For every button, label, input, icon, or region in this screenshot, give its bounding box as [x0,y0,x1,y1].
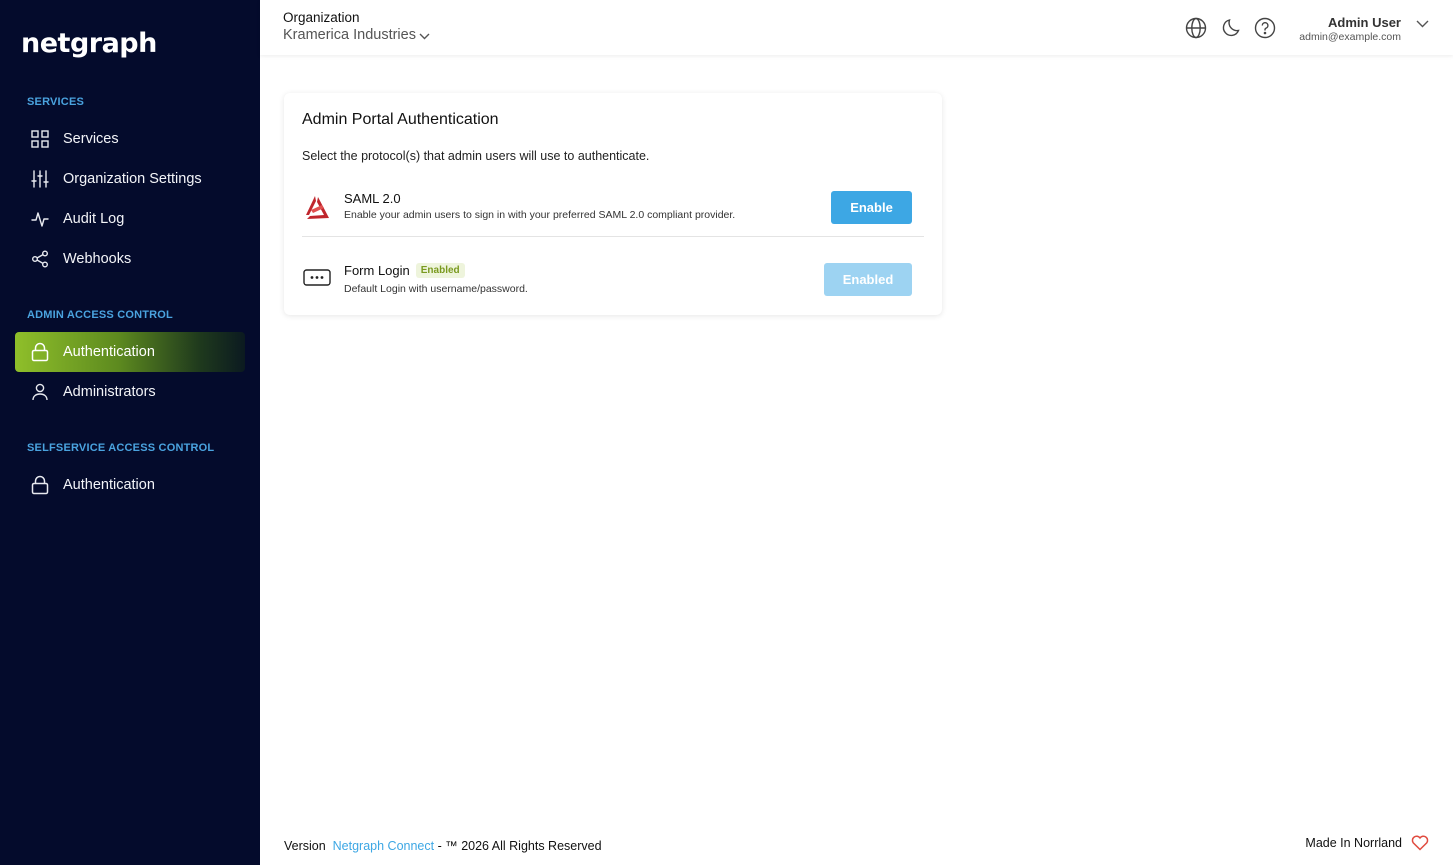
password-field-icon [303,269,331,286]
sidebar-item-label: Administrators [63,384,156,400]
card-title: Admin Portal Authentication [302,111,499,128]
user-name: Admin User [1328,15,1401,30]
section-title-services: SERVICES [27,96,85,108]
protocol-row-form-login: Form Login Enabled Default Login with us… [302,263,924,303]
sidebar-item-label: Services [63,131,119,147]
user-icon [30,382,50,402]
protocol-name: SAML 2.0 [344,191,401,206]
protocol-description: Enable your admin users to sign in with … [344,209,736,221]
lock-icon [30,475,50,495]
status-badge: Enabled [415,263,465,278]
footer-version: Version Netgraph Connect - ™ 2026 All Ri… [284,839,602,853]
section-title-admin-access-control: ADMIN ACCESS CONTROL [27,309,173,321]
sidebar-item-label: Authentication [63,344,155,360]
protocol-row-saml: SAML 2.0 Enable your admin users to sign… [302,191,924,231]
lock-icon [30,342,50,362]
divider [302,236,924,237]
netgraph-logo[interactable]: netgraph [21,28,157,59]
moon-icon[interactable] [1221,17,1243,39]
share-icon [30,249,50,269]
sidebar-item-organization-settings[interactable]: Organization Settings [15,159,245,199]
sidebar-item-label: Webhooks [63,251,132,267]
sidebar-item-webhooks[interactable]: Webhooks [15,239,245,279]
sidebar-item-label: Audit Log [63,211,125,227]
netgraph-connect-link[interactable]: Netgraph Connect [333,839,434,853]
form-login-enabled-button[interactable]: Enabled [824,263,912,296]
protocol-description: Default Login with username/password. [344,283,528,295]
version-label: Version [284,839,326,853]
chevron-down-icon [419,33,430,40]
sidebar-item-services[interactable]: Services [15,119,245,159]
enable-saml-button[interactable]: Enable [831,191,912,224]
sidebar-item-label: Organization Settings [63,171,202,187]
help-icon[interactable] [1254,17,1276,39]
made-in-text: Made In Norrland [1305,836,1402,850]
grid-icon [30,129,50,149]
organization-selector[interactable]: Kramerica Industries [283,27,430,43]
footer-made-in: Made In Norrland [1305,835,1429,851]
protocol-name-text: Form Login [344,263,410,278]
sliders-icon [30,169,50,189]
sidebar-item-selfservice-authentication[interactable]: Authentication [15,465,245,505]
card-description: Select the protocol(s) that admin users … [302,149,650,163]
heart-icon [1411,835,1429,851]
organization-label: Organization [283,10,360,25]
protocol-name: Form Login Enabled [344,263,465,278]
rights-text: - ™ 2026 All Rights Reserved [437,839,602,853]
top-header: Organization Kramerica Industries Admin … [260,0,1453,55]
sidebar-item-admin-authentication[interactable]: Authentication [15,332,245,372]
sidebar-item-label: Authentication [63,477,155,493]
sidebar-item-administrators[interactable]: Administrators [15,372,245,412]
user-email: admin@example.com [1299,31,1401,43]
chevron-down-icon[interactable] [1416,20,1429,28]
section-title-selfservice-access-control: SELFSERVICE ACCESS CONTROL [27,442,215,454]
sidebar: netgraph SERVICES Services Organization … [0,0,260,865]
sidebar-item-audit-log[interactable]: Audit Log [15,199,245,239]
globe-icon[interactable] [1185,17,1207,39]
activity-icon [30,209,50,229]
saml-logo-icon [306,196,329,219]
admin-auth-card: Admin Portal Authentication Select the p… [284,93,942,315]
organization-name: Kramerica Industries [283,27,416,43]
